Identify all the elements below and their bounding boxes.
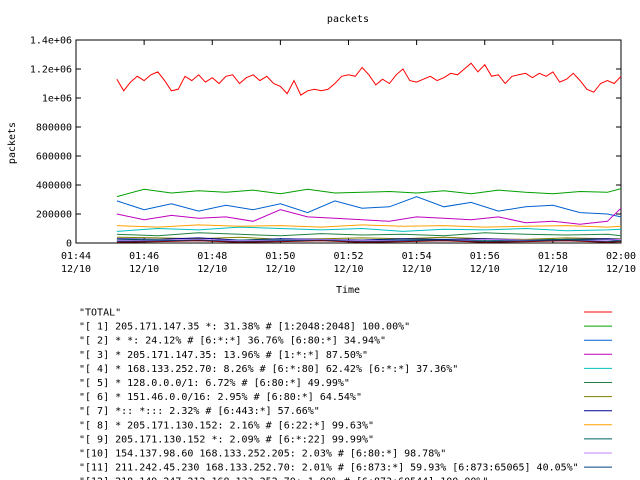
x-axis-label: Time [336, 285, 360, 296]
legend-entry-label: "[ 6] * 151.46.0.0/16: 2.95% # [6:80:*] … [79, 392, 362, 403]
x-tick-date-label: 12/10 [129, 264, 159, 275]
y-tick-label: 0 [66, 239, 72, 250]
x-tick-date-label: 12/10 [470, 264, 500, 275]
x-tick-time-label: 01:50 [265, 251, 295, 262]
x-tick-time-label: 01:56 [470, 251, 500, 262]
series-line-3 [116, 207, 622, 225]
x-tick-date-label: 12/10 [265, 264, 295, 275]
legend-entry-label: "[ 9] 205.171.130.152 *: 2.09% # [6:*:22… [79, 434, 374, 445]
legend-entry-label: "[11] 211.242.45.230 168.133.252.70: 2.0… [79, 463, 579, 474]
legend-entry-label: "[ 3] * 205.171.147.35: 13.96% # [1:*:*]… [79, 350, 368, 361]
y-tick-label: 400000 [36, 181, 72, 192]
x-tick-time-label: 01:58 [538, 251, 568, 262]
x-tick-time-label: 01:48 [197, 251, 227, 262]
x-tick-time-label: 01:46 [129, 251, 159, 262]
legend-entry-label: "[ 4] * 168.133.252.70: 8.26% # [6:*:80]… [79, 364, 458, 375]
series-line-8 [116, 224, 622, 228]
legend-entry-label: "TOTAL" [79, 308, 121, 319]
x-tick-date-label: 12/10 [538, 264, 568, 275]
legend-entry-label: "[ 2] * *: 24.12% # [6:*:*] 36.76% [6:80… [79, 336, 386, 347]
x-tick-date-label: 12/10 [402, 264, 432, 275]
x-tick-time-label: 02:00 [606, 251, 636, 262]
x-tick-date-label: 12/10 [197, 264, 227, 275]
legend-entry-label: "[ 8] * 205.171.130.152: 2.16% # [6:22:*… [79, 420, 374, 431]
legend-entry-label: "[10] 154.137.98.60 168.133.252.205: 2.0… [79, 449, 446, 460]
y-tick-label: 200000 [36, 210, 72, 221]
x-tick-time-label: 01:52 [333, 251, 363, 262]
y-tick-label: 1.2e+06 [30, 65, 72, 76]
packets-line-chart: packets packets Time 0 200000 400000 600000… [7, 14, 636, 480]
series-line-1 [116, 188, 622, 198]
y-tick-label: 1e+06 [42, 94, 72, 105]
series-line-2 [116, 196, 622, 218]
series-line-0 [116, 62, 622, 96]
legend-entry-label: "[ 1] 205.171.147.35 *: 31.38% # [1:2048… [79, 322, 410, 333]
x-tick-date-label: 12/10 [61, 264, 91, 275]
x-tick-time-label: 01:44 [61, 251, 91, 262]
y-tick-label: 1.4e+06 [30, 36, 72, 47]
series-lines [116, 62, 622, 243]
y-tick-label: 600000 [36, 152, 72, 163]
y-tick-label: 800000 [36, 123, 72, 134]
legend-entry-label: "[ 5] * 128.0.0.0/1: 6.72% # [6:80:*] 49… [79, 378, 350, 389]
x-tick-time-label: 01:54 [402, 251, 432, 262]
series-line-5 [116, 232, 622, 237]
series-line-4 [116, 226, 622, 232]
plot-area [75, 39, 622, 244]
legend: "TOTAL" "[ 1] 205.171.147.35 *: 31.38% # … [79, 308, 612, 480]
chart-title: packets [327, 14, 369, 25]
x-tick-date-label: 12/10 [333, 264, 363, 275]
y-axis-label: packets [7, 122, 18, 164]
legend-entry-label: "[ 7] *:: *::: 2.32% # [6:443:*] 57.66%" [79, 406, 320, 417]
x-tick-date-label: 12/10 [606, 264, 636, 275]
